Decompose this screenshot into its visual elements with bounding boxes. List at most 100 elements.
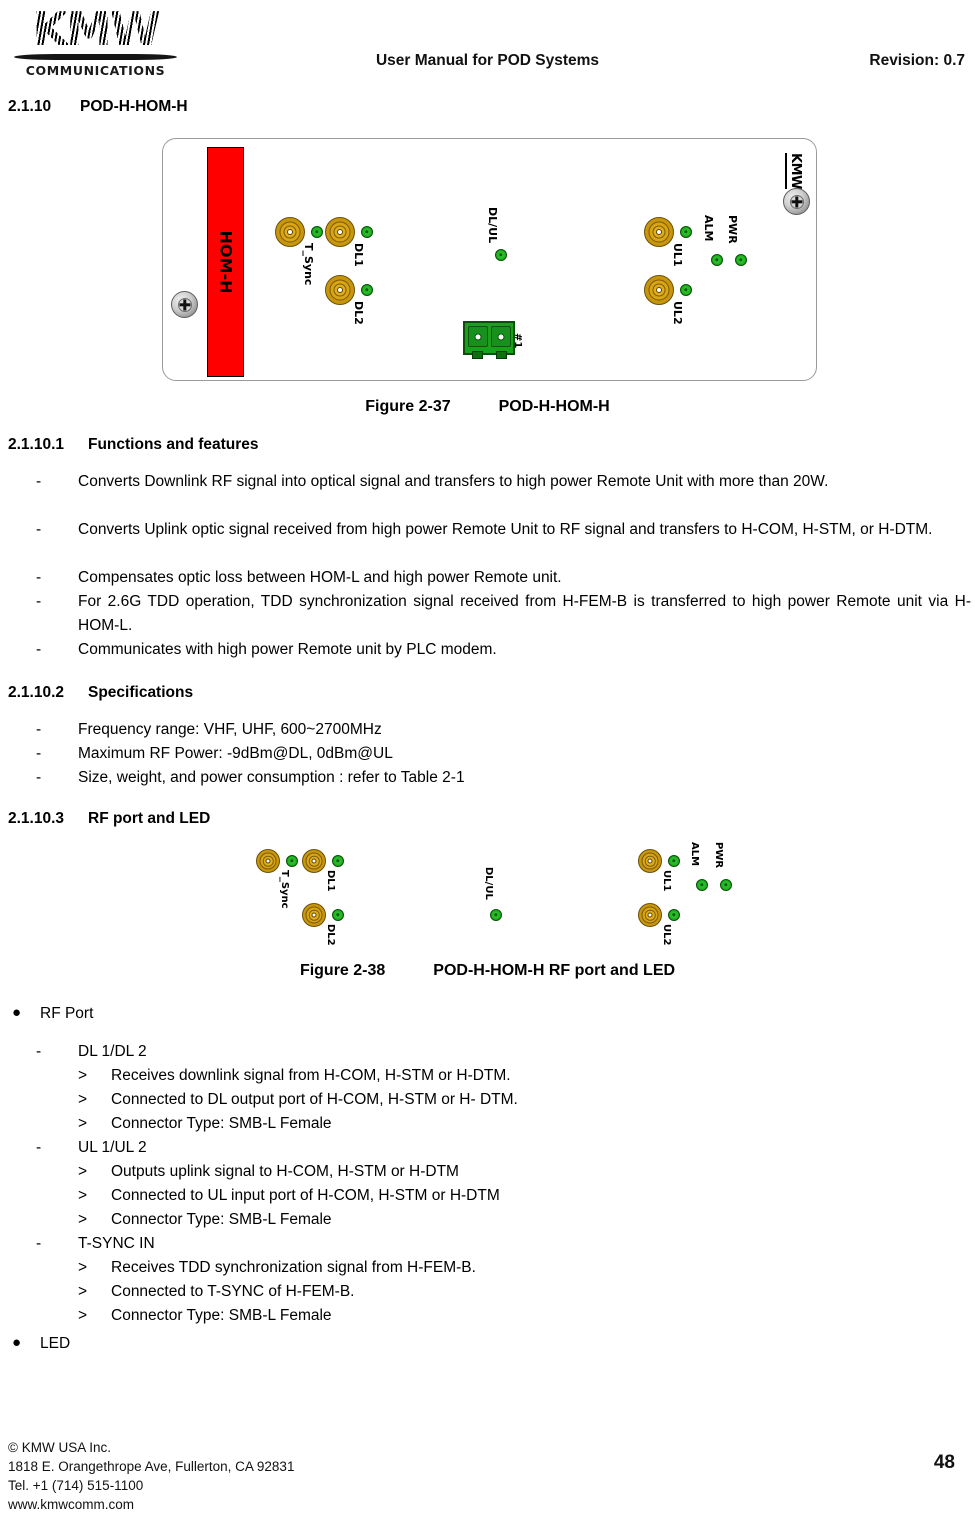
label-dl2: DL2 bbox=[325, 924, 336, 946]
label-pwr: PWR bbox=[713, 842, 724, 869]
page-number: 48 bbox=[933, 1452, 955, 1473]
led-pwr bbox=[720, 879, 732, 891]
list-item: - T-SYNC IN bbox=[36, 1232, 155, 1256]
sub-list-item: > Connected to T-SYNC of H-FEM-B. bbox=[78, 1280, 355, 1304]
connector-dl1 bbox=[302, 849, 326, 873]
subsection-2-number: 2.1.10.2 bbox=[8, 684, 65, 701]
sub-list-item-text: Connected to UL input port of H-COM, H-S… bbox=[111, 1187, 500, 1204]
panel-screw-right-icon bbox=[783, 188, 810, 215]
chevron-right-icon: > bbox=[78, 1307, 88, 1324]
subsection-3-number: 2.1.10.3 bbox=[8, 810, 65, 827]
list-item-text: Size, weight, and power consumption : re… bbox=[78, 769, 465, 786]
connector-ul1 bbox=[638, 849, 662, 873]
dash-marker: - bbox=[36, 641, 42, 658]
sub-list-item-text: Receives TDD synchronization signal from… bbox=[111, 1259, 476, 1276]
sub-list-item-text: Receives downlink signal from H-COM, H-S… bbox=[111, 1067, 511, 1084]
led-ul2 bbox=[668, 909, 680, 921]
label-ul2: UL2 bbox=[661, 924, 672, 946]
figure-2-38-caption: Figure 2-38 POD-H-HOM-H RF port and LED bbox=[0, 962, 975, 980]
logo-wordmark: KMW bbox=[8, 4, 183, 52]
figure-2-37-number: Figure 2-37 bbox=[365, 398, 451, 415]
chevron-right-icon: > bbox=[78, 1067, 88, 1084]
sub-list-item: > Connected to UL input port of H-COM, H… bbox=[78, 1184, 500, 1208]
bullet-led-label: LED bbox=[40, 1335, 71, 1352]
list-item: - Compensates optic loss between HOM-L a… bbox=[36, 566, 971, 590]
list-item-text: Frequency range: VHF, UHF, 600~2700MHz bbox=[78, 721, 382, 738]
chevron-right-icon: > bbox=[78, 1259, 88, 1276]
panel-screw-left-icon bbox=[171, 291, 198, 318]
list-item-text: DL 1/DL 2 bbox=[78, 1043, 147, 1060]
chevron-right-icon: > bbox=[78, 1163, 88, 1180]
sub-list-item: > Receives TDD synchronization signal fr… bbox=[78, 1256, 476, 1280]
label-dl-ul: DL/UL bbox=[486, 207, 499, 244]
dash-marker: - bbox=[36, 1043, 42, 1060]
connector-t-sync bbox=[256, 849, 280, 873]
sub-list-item: > Connector Type: SMB-L Female bbox=[78, 1112, 332, 1136]
list-item-text: UL 1/UL 2 bbox=[78, 1139, 147, 1156]
dash-marker: - bbox=[36, 569, 42, 586]
bullet-rf-port: ● RF Port bbox=[12, 1002, 93, 1026]
led-alm bbox=[711, 254, 723, 266]
footer-line-website: www.kmwcomm.com bbox=[8, 1497, 135, 1512]
list-item: - Converts Downlink RF signal into optic… bbox=[36, 470, 971, 494]
list-item: - UL 1/UL 2 bbox=[36, 1136, 147, 1160]
list-item-text: Converts Downlink RF signal into optical… bbox=[78, 473, 829, 490]
list-item: - Maximum RF Power: -9dBm@DL, 0dBm@UL bbox=[36, 742, 971, 766]
page-header: KMW COMMUNICATIONS User Manual for POD S… bbox=[0, 0, 975, 88]
chevron-right-icon: > bbox=[78, 1211, 88, 1228]
led-dl2 bbox=[361, 284, 373, 296]
footer-line-tel: Tel. +1 (714) 515-1100 bbox=[8, 1478, 144, 1493]
section-heading: 2.1.10 POD-H-HOM-H bbox=[8, 98, 188, 116]
optical-connector-1 bbox=[463, 321, 515, 359]
dash-marker: - bbox=[36, 1139, 42, 1156]
subsection-2-heading: 2.1.10.2 Specifications bbox=[8, 684, 193, 702]
module-label-bar: HOM-H bbox=[207, 147, 244, 377]
led-dl-ul bbox=[490, 909, 502, 921]
connector-t-sync bbox=[275, 217, 305, 247]
label-ul1: UL1 bbox=[661, 870, 672, 892]
panel-brand-mark: KMW bbox=[785, 153, 803, 189]
label-t-sync: T_Sync bbox=[279, 870, 290, 909]
led-dl2 bbox=[332, 909, 344, 921]
led-dl1 bbox=[361, 226, 373, 238]
bullet-marker-icon: ● bbox=[12, 1334, 22, 1351]
led-dl-ul bbox=[495, 249, 507, 261]
list-item-text: Maximum RF Power: -9dBm@DL, 0dBm@UL bbox=[78, 745, 393, 762]
label-alm: ALM bbox=[689, 842, 700, 867]
footer-address-block: © KMW USA Inc. 1818 E. Orangethrope Ave,… bbox=[8, 1438, 294, 1514]
label-pwr: PWR bbox=[726, 215, 739, 244]
sub-list-item: > Connector Type: SMB-L Female bbox=[78, 1304, 332, 1328]
figure-2-37-panel-drawing: HOM-H KMW T_Sync DL1 DL2 DL/UL #1 UL1 UL… bbox=[162, 138, 817, 381]
led-alm bbox=[696, 879, 708, 891]
led-t-sync bbox=[311, 226, 323, 238]
figure-2-38-title: POD-H-HOM-H RF port and LED bbox=[433, 962, 676, 979]
led-dl1 bbox=[332, 855, 344, 867]
section-title: POD-H-HOM-H bbox=[80, 98, 188, 115]
footer-line-company: © KMW USA Inc. bbox=[8, 1440, 111, 1455]
dash-marker: - bbox=[36, 769, 42, 786]
header-title: User Manual for POD Systems bbox=[375, 52, 600, 69]
subsection-1-title: Functions and features bbox=[88, 436, 259, 453]
sub-list-item: > Connector Type: SMB-L Female bbox=[78, 1208, 332, 1232]
sub-list-item-text: Connector Type: SMB-L Female bbox=[111, 1307, 332, 1324]
module-label-text: HOM-H bbox=[216, 230, 235, 294]
connector-ul1 bbox=[644, 217, 674, 247]
figure-2-38-number: Figure 2-38 bbox=[299, 962, 386, 979]
chevron-right-icon: > bbox=[78, 1187, 88, 1204]
label-t-sync: T_Sync bbox=[302, 243, 315, 286]
connector-dl1 bbox=[325, 217, 355, 247]
connector-ul2 bbox=[644, 275, 674, 305]
sub-list-item: > Outputs uplink signal to H-COM, H-STM … bbox=[78, 1160, 459, 1184]
chevron-right-icon: > bbox=[78, 1115, 88, 1132]
connector-dl2 bbox=[325, 275, 355, 305]
figure-2-37-title: POD-H-HOM-H bbox=[498, 398, 610, 415]
led-ul2 bbox=[680, 284, 692, 296]
bullet-led: ● LED bbox=[12, 1332, 70, 1356]
sub-list-item-text: Connector Type: SMB-L Female bbox=[111, 1115, 332, 1132]
connector-ul2 bbox=[638, 903, 662, 927]
list-item-text: For 2.6G TDD operation, TDD synchronizat… bbox=[78, 593, 971, 634]
connector-dl2 bbox=[302, 903, 326, 927]
list-item: - Converts Uplink optic signal received … bbox=[36, 518, 971, 542]
sub-list-item-text: Outputs uplink signal to H-COM, H-STM or… bbox=[111, 1163, 459, 1180]
led-t-sync bbox=[286, 855, 298, 867]
